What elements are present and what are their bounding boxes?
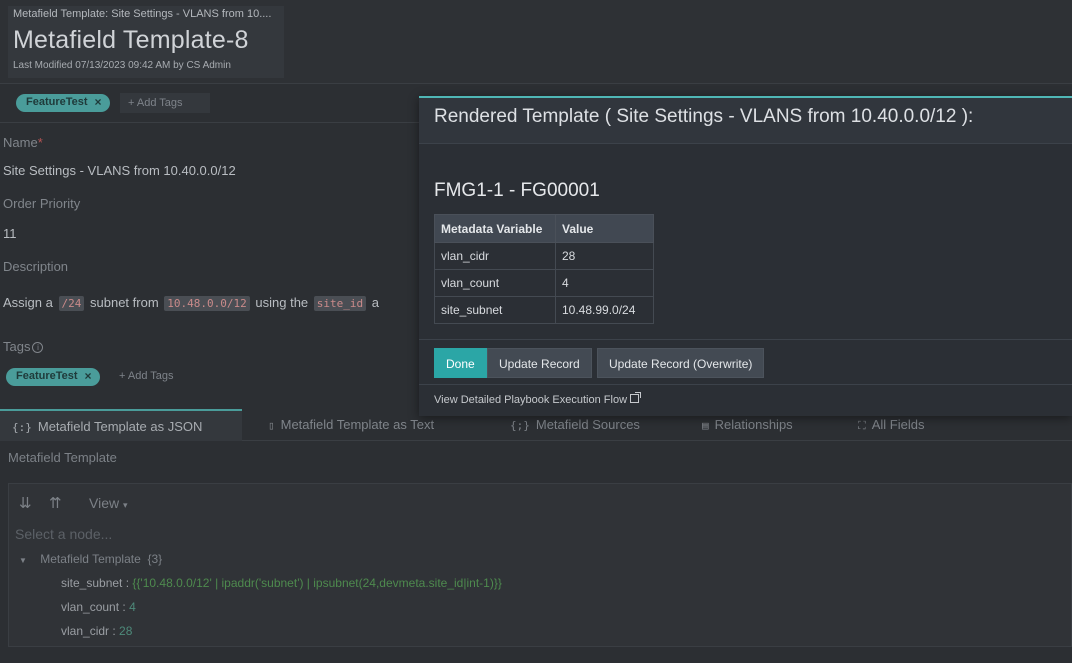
modal-actions: Done Update Record Update Record (Overwr… — [419, 339, 1072, 385]
modal-title: Rendered Template ( Site Settings - VLAN… — [434, 106, 974, 127]
collapse-all-icon[interactable]: ⇈ — [49, 494, 62, 512]
variable-cell: site_subnet — [434, 296, 556, 324]
tree-root-node[interactable]: ▼ Metafield Template {3} — [19, 552, 162, 566]
add-tags-input[interactable]: + Add Tags — [111, 366, 182, 386]
tree-row[interactable]: vlan_count : 4 — [61, 600, 136, 614]
update-record-button[interactable]: Update Record — [487, 348, 592, 378]
required-mark: * — [37, 135, 43, 150]
update-record-overwrite-button[interactable]: Update Record (Overwrite) — [597, 348, 765, 378]
variable-cell: vlan_cidr — [434, 242, 556, 270]
expand-frame-icon: ⛶ — [858, 419, 866, 432]
external-link-icon — [630, 392, 642, 403]
remove-tag-icon[interactable]: × — [95, 95, 102, 109]
add-tags-input[interactable]: + Add Tags — [120, 93, 210, 113]
tag-chip[interactable]: FeatureTest × — [6, 368, 100, 386]
done-button[interactable]: Done — [434, 348, 487, 378]
name-label: Name* — [3, 135, 43, 150]
tab-json[interactable]: {:} Metafield Template as JSON — [0, 409, 242, 441]
value-cell: 28 — [555, 242, 654, 270]
breadcrumb[interactable]: Metafield Template: Site Settings - VLAN… — [13, 8, 271, 20]
json-tree-panel: ⇊ ⇈ View ▾ Select a node... ▼ Metafield … — [8, 483, 1072, 647]
value-cell: 4 — [555, 269, 654, 297]
column-header: Metadata Variable — [434, 214, 556, 243]
tree-row[interactable]: site_subnet : {{'10.48.0.0/12' | ipaddr(… — [61, 576, 502, 590]
tag-label: FeatureTest — [26, 96, 88, 108]
expand-all-icon[interactable]: ⇊ — [19, 494, 32, 512]
relationships-icon: ▤ — [702, 419, 709, 432]
table-header-row: Metadata Variable Value — [434, 214, 654, 243]
code-snippet: site_id — [313, 296, 367, 311]
rendered-template-modal: Rendered Template ( Site Settings - VLAN… — [419, 96, 1072, 416]
table-row: vlan_cidr 28 — [434, 242, 654, 270]
tab-text[interactable]: ▯ Metafield Template as Text — [256, 409, 446, 441]
value-cell: 10.48.99.0/24 — [555, 296, 654, 324]
code-snippet: 10.48.0.0/12 — [164, 296, 250, 311]
tag-chip[interactable]: FeatureTest × — [16, 94, 110, 112]
description-value[interactable]: Assign a /24 subnet from 10.48.0.0/12 us… — [3, 295, 379, 311]
metadata-table: Metadata Variable Value vlan_cidr 28 vla… — [434, 214, 654, 324]
tags-label: Tags i — [3, 339, 44, 354]
modal-header: Rendered Template ( Site Settings - VLAN… — [419, 98, 1072, 144]
view-dropdown[interactable]: View ▾ — [89, 495, 128, 511]
remove-tag-icon[interactable]: × — [85, 369, 92, 383]
tree-row[interactable]: vlan_cidr : 28 — [61, 624, 132, 638]
name-value[interactable]: Site Settings - VLANS from 10.40.0.0/12 — [3, 163, 236, 178]
device-title: FMG1-1 - FG00001 — [434, 180, 600, 201]
page-title[interactable]: Metafield Template-8 — [13, 26, 249, 55]
description-label: Description — [3, 259, 69, 274]
page-header: Metafield Template: Site Settings - VLAN… — [0, 0, 1072, 84]
info-icon[interactable]: i — [32, 342, 44, 353]
playbook-execution-link[interactable]: View Detailed Playbook Execution Flow — [434, 392, 642, 406]
metafield-template-label: Metafield Template — [8, 450, 117, 465]
chevron-down-icon: ▾ — [122, 500, 128, 510]
tag-label: FeatureTest — [16, 370, 78, 382]
variable-cell: vlan_count — [434, 269, 556, 297]
json-braces-icon: {:} — [12, 421, 32, 434]
order-priority-label: Order Priority — [3, 196, 81, 211]
document-icon: ▯ — [268, 419, 275, 432]
sources-braces-icon: {;} — [510, 419, 530, 432]
caret-down-icon: ▼ — [19, 556, 27, 565]
order-priority-value[interactable]: 11 — [3, 226, 17, 241]
table-row: vlan_count 4 — [434, 269, 654, 297]
table-row: site_subnet 10.48.99.0/24 — [434, 296, 654, 324]
column-header: Value — [555, 214, 654, 243]
last-modified: Last Modified 07/13/2023 09:42 AM by CS … — [13, 60, 231, 71]
code-snippet: /24 — [58, 296, 85, 311]
node-selector[interactable]: Select a node... — [15, 526, 112, 542]
